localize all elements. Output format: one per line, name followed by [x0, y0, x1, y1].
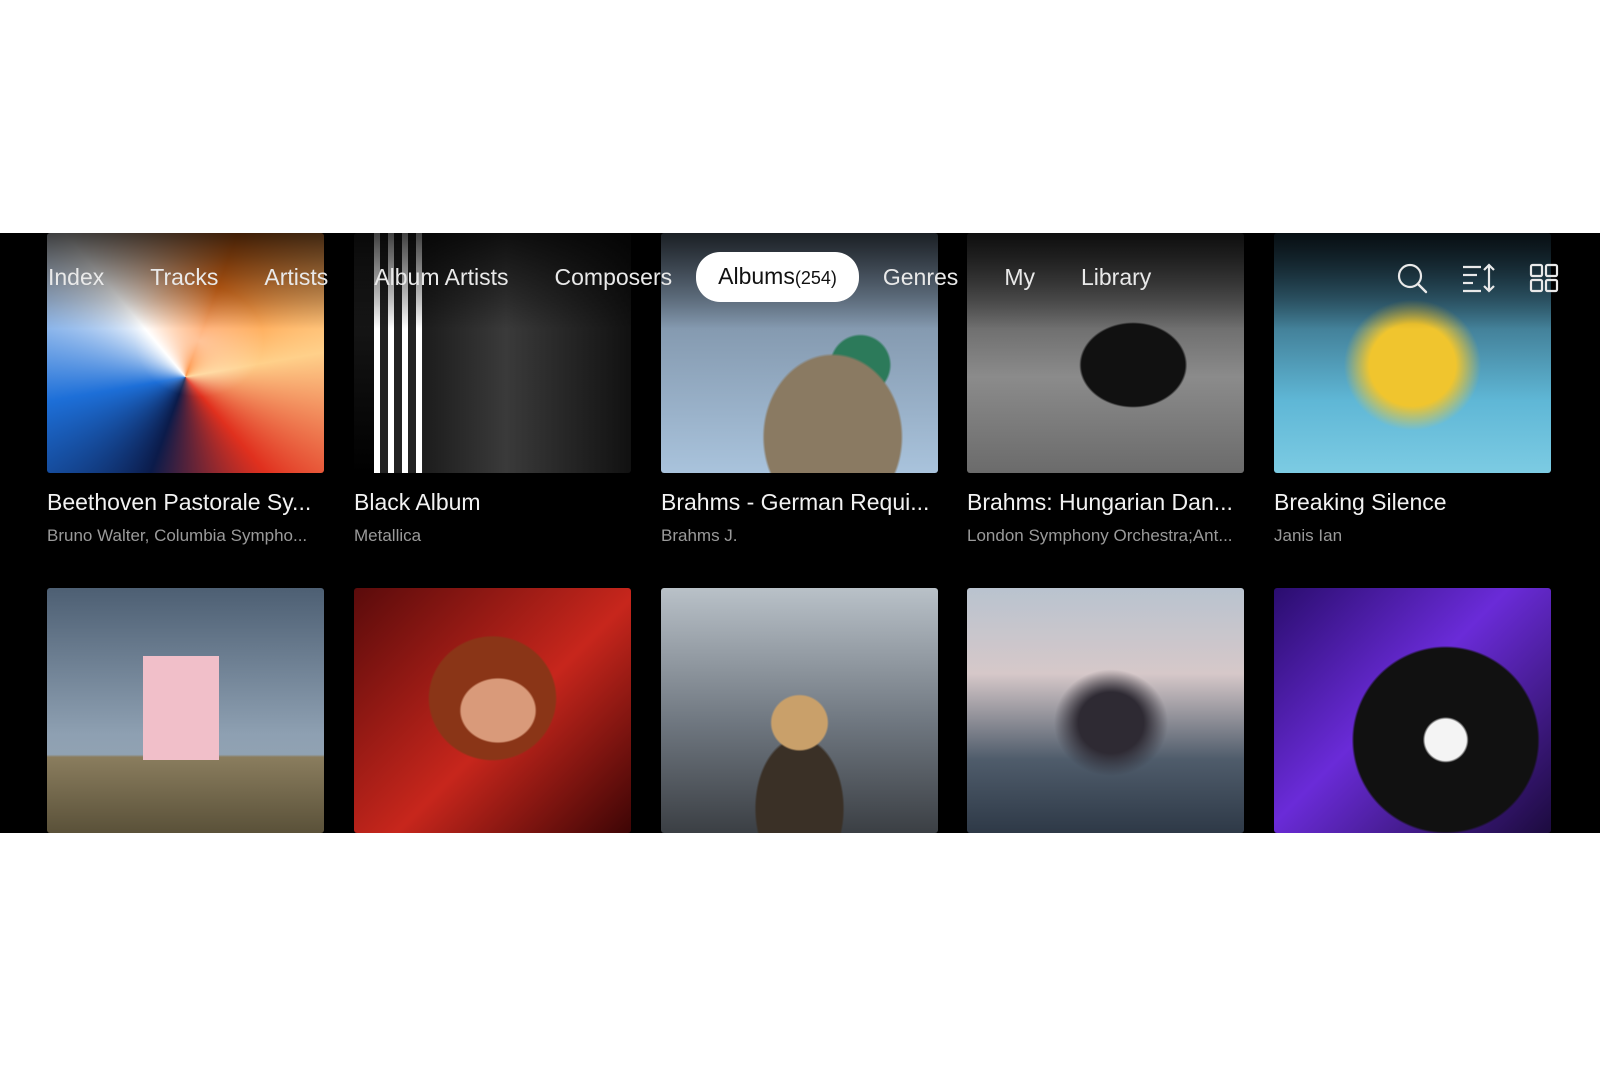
tab-artists[interactable]: Artists — [252, 253, 340, 301]
album-title: Breaking Silence — [1274, 489, 1447, 515]
tab-tracks[interactable]: Tracks — [138, 253, 230, 301]
tab-index[interactable]: Index — [36, 253, 116, 301]
pink-slab-artwork — [143, 656, 219, 760]
album-cover[interactable] — [1274, 588, 1551, 833]
tab-albums[interactable]: Albums(254) — [696, 252, 859, 302]
album-artist: Brahms J. — [661, 526, 738, 545]
album-cover[interactable] — [661, 588, 938, 833]
tab-my[interactable]: My — [992, 253, 1047, 301]
tab-label: Artists — [264, 264, 329, 290]
album-cover[interactable] — [967, 588, 1244, 833]
category-tabs: Index Tracks Artists Album Artists Compo… — [36, 252, 1185, 302]
tab-label: Library — [1080, 264, 1152, 290]
grid-view-button[interactable] — [1524, 258, 1564, 298]
album-title: Brahms - German Requi... — [661, 489, 930, 515]
toolbar-icons — [1366, 258, 1564, 298]
tab-label: Index — [48, 264, 105, 290]
tab-genres[interactable]: Genres — [871, 253, 970, 301]
album-title: Beethoven Pastorale Sy... — [47, 489, 312, 515]
tab-label: My — [1004, 264, 1035, 290]
search-icon — [1397, 263, 1428, 294]
sort-button[interactable] — [1458, 258, 1498, 298]
album-title: Black Album — [354, 489, 481, 515]
search-button[interactable] — [1392, 258, 1432, 298]
tab-composers[interactable]: Composers — [543, 253, 685, 301]
tab-label: Tracks — [150, 264, 219, 290]
sort-icon — [1463, 263, 1495, 293]
album-title: Brahms: Hungarian Dan... — [967, 489, 1233, 515]
album-cover[interactable] — [47, 588, 324, 833]
album-artist: Bruno Walter, Columbia Sympho... — [47, 526, 308, 545]
album-artist: Janis Ian — [1274, 526, 1343, 545]
top-navigation-bar: Index Tracks Artists Album Artists Compo… — [0, 233, 1600, 329]
tab-label: Genres — [882, 264, 959, 290]
albums-count: (254) — [794, 268, 837, 288]
album-cover[interactable] — [354, 588, 631, 833]
grid-view-icon — [1529, 263, 1559, 293]
tab-library[interactable]: Library — [1069, 253, 1163, 301]
album-artist: Metallica — [354, 526, 422, 545]
album-artist: London Symphony Orchestra;Ant... — [967, 526, 1233, 545]
tab-label: Albums — [718, 263, 795, 289]
tab-label: Album Artists — [374, 264, 509, 290]
music-library-screen: Beethoven Pastorale Sy... Bruno Walter, … — [0, 233, 1600, 833]
tab-label: Composers — [554, 264, 673, 290]
tab-album-artists[interactable]: Album Artists — [362, 253, 520, 301]
